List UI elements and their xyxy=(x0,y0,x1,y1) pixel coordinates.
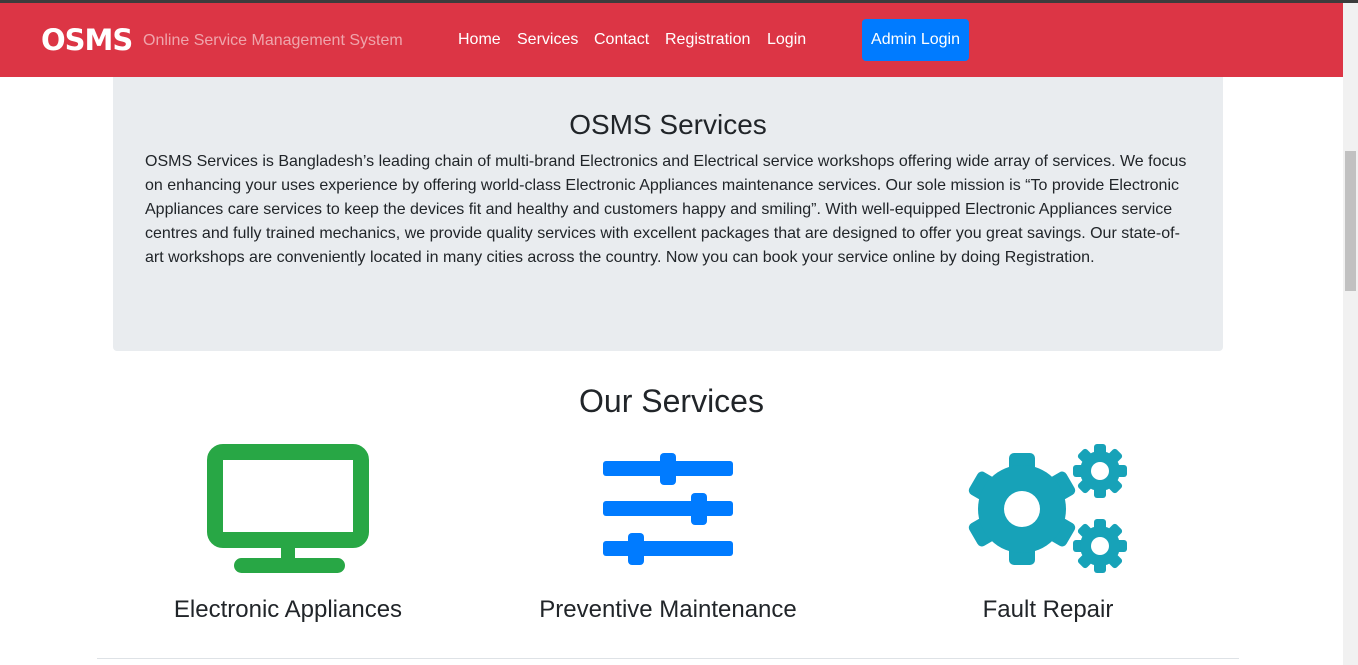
section-divider xyxy=(97,658,1239,659)
vertical-scrollbar[interactable] xyxy=(1343,3,1358,665)
nav-link-services[interactable]: Services xyxy=(517,30,578,50)
sliders-icon xyxy=(603,451,733,570)
services-jumbotron: OSMS Services OSMS Services is Banglades… xyxy=(113,77,1223,351)
brand-logo[interactable]: OSMS xyxy=(41,23,133,57)
service-label-fault-repair: Fault Repair xyxy=(982,596,1114,623)
service-label-preventive-maintenance: Preventive Maintenance xyxy=(539,596,797,623)
jumbotron-title: OSMS Services xyxy=(569,109,767,140)
nav-link-registration[interactable]: Registration xyxy=(665,30,750,50)
admin-login-button[interactable]: Admin Login xyxy=(862,19,969,61)
brand-subtitle: Online Service Management System xyxy=(143,32,403,49)
jumbotron-description: OSMS Services is Bangladesh’s leading ch… xyxy=(145,153,1187,266)
scrollbar-thumb[interactable] xyxy=(1345,151,1356,291)
nav-link-home[interactable]: Home xyxy=(458,30,501,50)
cogs-icon xyxy=(966,444,1130,579)
nav-link-login[interactable]: Login xyxy=(767,30,806,50)
nav-link-contact[interactable]: Contact xyxy=(594,30,649,50)
navbar: OSMS Online Service Management System Ho… xyxy=(0,3,1343,77)
our-services-title: Our Services xyxy=(579,383,764,419)
service-label-electronic-appliances: Electronic Appliances xyxy=(173,596,403,623)
tv-icon xyxy=(207,444,369,579)
